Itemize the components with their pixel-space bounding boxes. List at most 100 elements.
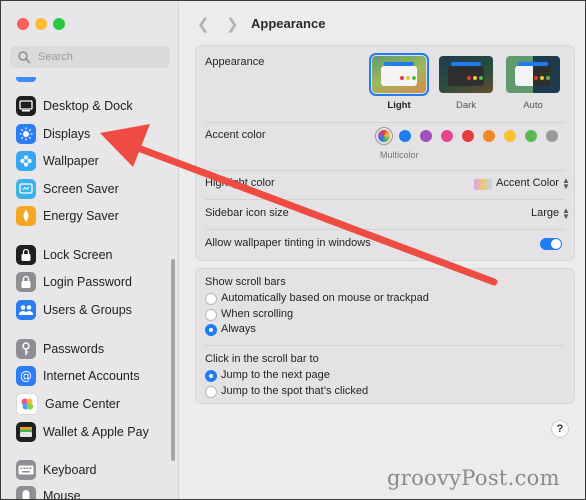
sidebar-item-label: Keyboard: [43, 463, 97, 477]
displays-icon: [16, 124, 36, 144]
sidebar-item-passwords[interactable]: Passwords: [9, 336, 171, 362]
sidebar-item-energy-saver[interactable]: Energy Saver: [9, 203, 171, 229]
sidebar-item-label: Passwords: [43, 342, 105, 356]
lock-screen-icon: [16, 245, 36, 265]
internet-accounts-icon: @: [16, 366, 36, 386]
click-scroll-bar-label: Click in the scroll bar to: [205, 353, 319, 365]
sidebar-item-users-groups[interactable]: Users & Groups: [9, 297, 171, 323]
partial-sidebar-icon: [16, 77, 36, 82]
sidebar-item-wallet-apple-pay[interactable]: Wallet & Apple Pay: [9, 419, 171, 445]
appearance-dark-option[interactable]: [439, 56, 493, 93]
sidebar-item-wallpaper[interactable]: Wallpaper: [9, 148, 171, 174]
sidebar-item-game-center[interactable]: Game Center: [9, 391, 171, 417]
login-password-icon: [16, 272, 36, 292]
highlight-color-swatch: [474, 179, 492, 190]
appearance-label: Appearance: [205, 56, 265, 68]
mouse-icon: [16, 486, 36, 499]
highlight-color-popup[interactable]: Accent Color: [496, 177, 559, 189]
sidebar-item-label: Lock Screen: [43, 248, 113, 262]
appearance-auto-option[interactable]: [506, 56, 560, 93]
accent-pink-swatch[interactable]: [441, 130, 453, 142]
energy-saver-icon: [16, 206, 36, 226]
accent-red-swatch[interactable]: [462, 130, 474, 142]
accent-orange-swatch[interactable]: [483, 130, 495, 142]
sidebar-item-label: Desktop & Dock: [43, 99, 133, 113]
sidebar-item-displays[interactable]: Displays: [9, 121, 171, 147]
settings-window: Desktop & Dock Displays Wallpaper Screen…: [0, 0, 586, 500]
accent-dots-preview: [534, 76, 550, 80]
appearance-auto-caption: Auto: [523, 100, 543, 111]
accent-graphite-swatch[interactable]: [546, 130, 558, 142]
radio-always-label: Always: [221, 323, 256, 335]
sidebar-icon-size-label: Sidebar icon size: [205, 207, 289, 219]
sidebar-item-mouse[interactable]: Mouse: [9, 483, 171, 499]
radio-when-scrolling[interactable]: [205, 309, 217, 321]
accent-yellow-swatch[interactable]: [504, 130, 516, 142]
sidebar-item-label: Internet Accounts: [43, 369, 140, 383]
sidebar-item-desktop-dock[interactable]: Desktop & Dock: [9, 93, 171, 119]
radio-jump-spot-clicked[interactable]: [205, 386, 217, 398]
divider: [205, 122, 565, 123]
accent-dots-preview: [400, 76, 416, 80]
appearance-settings-card: Appearance Light Dark Auto Accent color …: [195, 45, 575, 261]
divider: [205, 199, 565, 200]
search-field[interactable]: [10, 46, 170, 68]
sidebar-item-keyboard[interactable]: Keyboard: [9, 457, 171, 483]
search-input[interactable]: [36, 50, 160, 64]
accent-purple-swatch[interactable]: [420, 130, 432, 142]
keyboard-icon: [16, 460, 36, 480]
sidebar: Desktop & Dock Displays Wallpaper Screen…: [1, 1, 179, 499]
sidebar-item-label: Login Password: [43, 275, 132, 289]
sidebar-icon-size-popup[interactable]: Large: [531, 207, 559, 219]
menu-bar-preview: [518, 62, 548, 66]
desktop-dock-icon: [16, 96, 36, 116]
help-button[interactable]: ?: [551, 420, 569, 438]
accent-color-label: Accent color: [205, 129, 266, 141]
search-icon: [18, 51, 31, 64]
popup-chevrons-icon: ▲ ▼: [562, 206, 570, 221]
svg-text:@: @: [20, 369, 32, 383]
sidebar-item-label: Mouse: [43, 489, 81, 499]
menu-bar-preview: [384, 62, 414, 66]
radio-when-scrolling-label: When scrolling: [221, 308, 294, 320]
passwords-icon: [16, 339, 36, 359]
users-groups-icon: [16, 300, 36, 320]
sidebar-item-lock-screen[interactable]: Lock Screen: [9, 242, 171, 268]
accent-multicolor-swatch[interactable]: [378, 130, 390, 142]
zoom-window-button[interactable]: [53, 18, 65, 30]
page-title: Appearance: [251, 16, 326, 31]
radio-jump-next-page[interactable]: [205, 370, 217, 382]
multicolor-caption: Multicolor: [380, 150, 419, 160]
screen-saver-icon: [16, 179, 36, 199]
radio-automatic[interactable]: [205, 293, 217, 305]
radio-always[interactable]: [205, 324, 217, 336]
forward-button[interactable]: ❯: [226, 15, 239, 33]
sidebar-item-label: Wallet & Apple Pay: [43, 425, 149, 439]
sidebar-item-label: Energy Saver: [43, 209, 119, 223]
sidebar-item-internet-accounts[interactable]: @ Internet Accounts: [9, 363, 171, 389]
accent-blue-swatch[interactable]: [399, 130, 411, 142]
divider: [205, 229, 565, 230]
divider: [205, 170, 565, 171]
divider: [205, 345, 565, 346]
back-button[interactable]: ❮: [197, 15, 210, 33]
sidebar-item-label: Displays: [43, 127, 91, 141]
highlight-color-label: Highlight color: [205, 177, 275, 189]
sidebar-item-label: Users & Groups: [43, 303, 132, 317]
wallpaper-icon: [16, 151, 36, 171]
sidebar-item-login-password[interactable]: Login Password: [9, 269, 171, 295]
sidebar-item-label: Game Center: [45, 397, 121, 411]
minimize-window-button[interactable]: [35, 18, 47, 30]
radio-jump-next-page-label: Jump to the next page: [221, 369, 330, 381]
radio-jump-spot-clicked-label: Jump to the spot that’s clicked: [221, 385, 369, 397]
appearance-dark-caption: Dark: [455, 100, 477, 111]
close-window-button[interactable]: [17, 18, 29, 30]
wallpaper-tinting-label: Allow wallpaper tinting in windows: [205, 237, 371, 249]
wallpaper-tinting-toggle[interactable]: [540, 238, 562, 250]
sidebar-scrollbar[interactable]: [171, 259, 175, 461]
sidebar-item-label: Screen Saver: [43, 182, 119, 196]
appearance-light-option[interactable]: [369, 53, 429, 96]
accent-green-swatch[interactable]: [525, 130, 537, 142]
watermark: groovyPost.com: [387, 466, 560, 490]
sidebar-item-screen-saver[interactable]: Screen Saver: [9, 176, 171, 202]
